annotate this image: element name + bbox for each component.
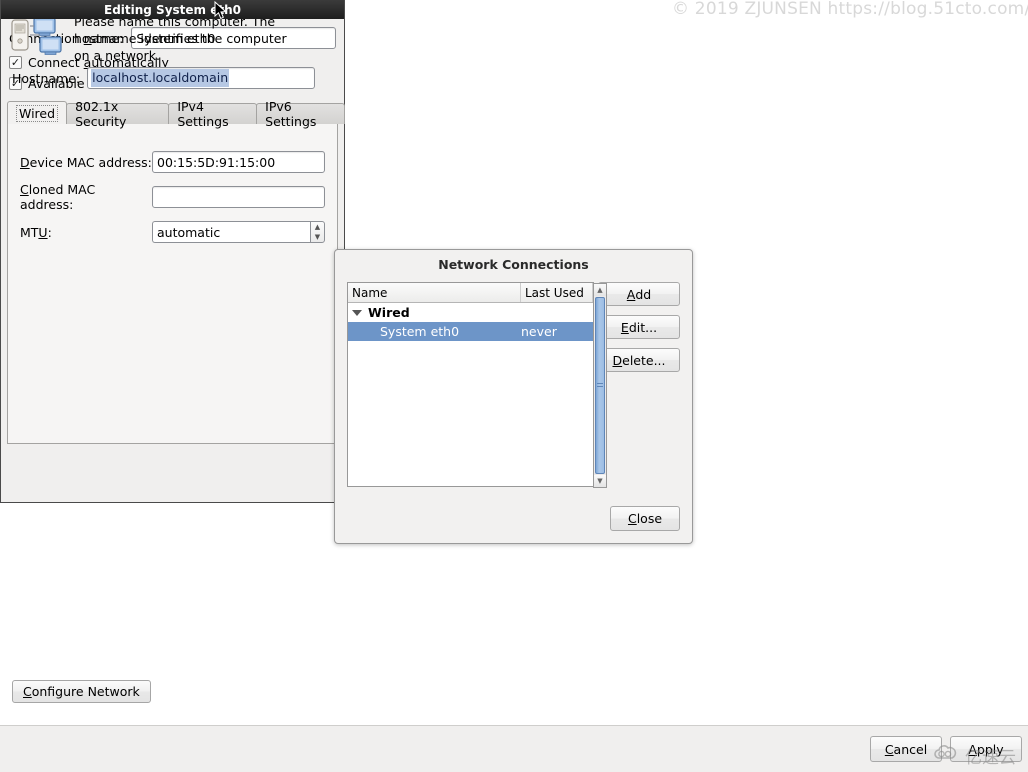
edit-dialog-footer: Cancel Apply (0, 725, 1028, 772)
row-name: System eth0 (380, 324, 460, 339)
close-button-wrap: Close (610, 506, 680, 531)
cloned-mac-input[interactable] (152, 186, 325, 208)
tab-panel-wired: Device MAC address: 00:15:5D:91:15:00 Cl… (7, 123, 338, 444)
tab-8021x-security-label: 802.1x Security (75, 99, 127, 129)
delete-button[interactable]: Delete... (598, 348, 680, 372)
edit-dialog-titlebar[interactable]: Editing System eth0 (1, 0, 344, 19)
scrollbar-grip (597, 382, 603, 389)
mtu-value: automatic (157, 224, 221, 240)
device-mac-row: Device MAC address: 00:15:5D:91:15:00 (8, 151, 337, 173)
tab-wired[interactable]: Wired (7, 101, 68, 124)
close-button[interactable]: Close (610, 506, 680, 531)
mtu-spin-buttons: ▲ ▼ (310, 221, 325, 243)
table-row[interactable]: System eth0 never (348, 322, 593, 341)
tab-ipv4-settings[interactable]: IPv4 Settings (168, 99, 258, 129)
device-mac-label: Device MAC address: (20, 154, 152, 170)
connections-list[interactable]: Name Last Used Wired System eth0 never ▲ (347, 282, 607, 488)
installer-description: Please name this computer. The hostname … (74, 14, 287, 63)
add-button[interactable]: Add (598, 282, 680, 306)
mtu-row: MTU: automatic ▲ ▼ (8, 221, 337, 243)
hostname-row: Hostname: localhost.localdomain (12, 67, 316, 89)
tab-ipv6-settings[interactable]: IPv6 Settings (256, 99, 345, 129)
hostname-input-value: localhost.localdomain (91, 69, 230, 87)
chevron-down-icon[interactable]: ▼ (311, 232, 324, 242)
cancel-button[interactable]: Cancel (870, 736, 942, 762)
device-mac-input[interactable]: 00:15:5D:91:15:00 (152, 151, 325, 173)
apply-button[interactable]: Apply (950, 736, 1022, 762)
hostname-label: Hostname: (12, 70, 81, 86)
watermark-top: © 2019 ZJUNSEN https://blog.51cto.com/rd… (672, 0, 1028, 19)
computer-network-icon (10, 14, 62, 58)
hostname-input[interactable]: localhost.localdomain (87, 67, 316, 89)
edit-dialog-tabs: Wired 802.1x Security IPv4 Settings IPv6… (7, 99, 345, 129)
tab-wired-label: Wired (16, 104, 59, 122)
chevron-up-icon[interactable]: ▲ (594, 284, 606, 296)
list-group-label: Wired (368, 305, 410, 320)
chevron-up-icon[interactable]: ▲ (311, 222, 324, 232)
cloned-mac-label: Cloned MAC address: (20, 182, 96, 212)
mtu-stepper[interactable]: automatic ▲ ▼ (152, 221, 325, 243)
connections-list-header: Name Last Used (348, 283, 593, 303)
connections-action-buttons: Add Edit... Delete... (598, 282, 680, 372)
tab-ipv4-settings-label: IPv4 Settings (177, 99, 229, 129)
network-connections-dialog: Network Connections Name Last Used Wired… (334, 249, 693, 544)
tab-ipv6-settings-label: IPv6 Settings (265, 99, 317, 129)
mouse-cursor (214, 0, 228, 24)
screen: Please name this computer. The hostname … (0, 0, 1028, 772)
tab-8021x-security[interactable]: 802.1x Security (66, 99, 170, 129)
row-last-used: never (521, 324, 557, 339)
mtu-input[interactable]: automatic (152, 221, 310, 243)
scrollbar-thumb[interactable] (595, 297, 605, 474)
mtu-label: MTU: (20, 224, 52, 240)
edit-button[interactable]: Edit... (598, 315, 680, 339)
list-scrollbar[interactable]: ▲ ▼ (593, 283, 607, 488)
network-connections-body: Name Last Used Wired System eth0 never ▲ (347, 282, 680, 488)
list-group-wired[interactable]: Wired (348, 303, 593, 322)
column-header-name[interactable]: Name (348, 283, 521, 302)
configure-network-label: Configure Network (23, 684, 140, 699)
triangle-down-icon[interactable] (352, 309, 362, 316)
chevron-down-icon[interactable]: ▼ (594, 475, 606, 487)
column-header-last-used[interactable]: Last Used (521, 283, 593, 302)
device-mac-value: 00:15:5D:91:15:00 (157, 154, 276, 170)
cloned-mac-row: Cloned MAC address: (8, 182, 337, 212)
configure-network-button[interactable]: Configure Network (12, 680, 151, 703)
network-connections-title: Network Connections (438, 257, 589, 272)
